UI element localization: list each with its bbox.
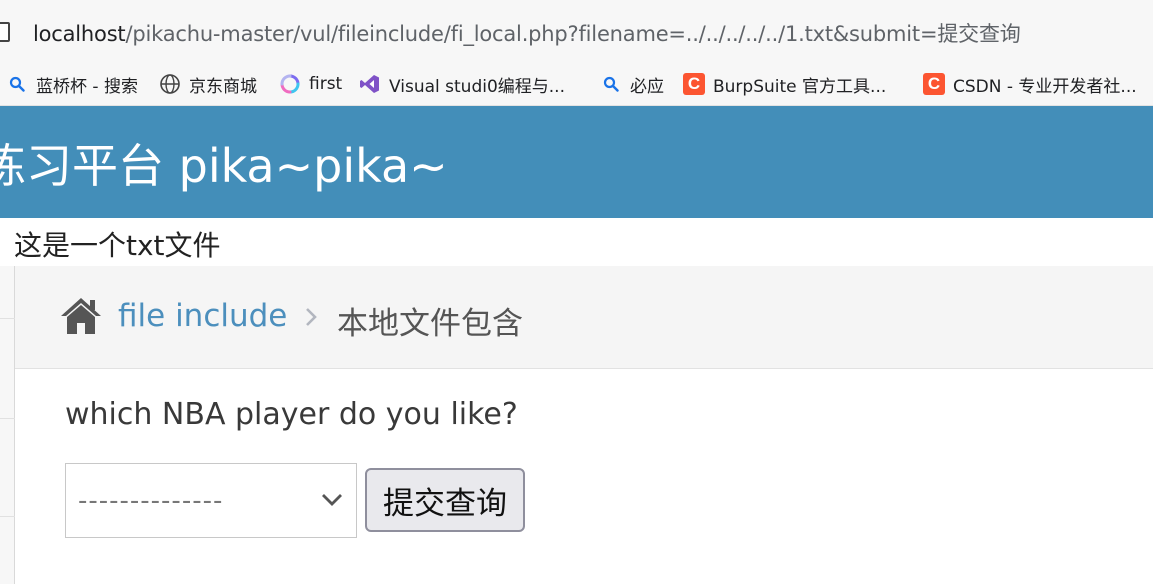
- url-host: localhost: [33, 22, 126, 46]
- globe-icon: [159, 73, 181, 95]
- csdn-icon: C: [683, 73, 705, 95]
- visual-studio-icon: [359, 73, 381, 95]
- page-icon: [0, 22, 10, 42]
- url-path: /pikachu-master/vul/fileinclude/fi_local…: [125, 22, 1021, 46]
- csdn-icon: C: [923, 73, 945, 95]
- sidebar-divider: [0, 516, 15, 517]
- bookmark-csdn[interactable]: C CSDN - 专业开发者社...: [923, 62, 1137, 106]
- chevron-down-icon: [320, 490, 344, 510]
- bookmark-burpsuite[interactable]: C BurpSuite 官方工具...: [683, 62, 886, 106]
- bookmark-label: 京东商城: [189, 76, 257, 97]
- bookmark-visual-studio[interactable]: Visual studi0编程与...: [359, 62, 565, 106]
- url-text[interactable]: localhost/pikachu-master/vul/fileinclude…: [33, 18, 1021, 48]
- bookmark-label: 必应: [630, 76, 664, 97]
- included-file-content: 这是一个txt文件: [14, 229, 221, 262]
- submit-button[interactable]: 提交查询: [365, 468, 525, 532]
- player-select[interactable]: --------------: [65, 463, 357, 538]
- site-title[interactable]: 练习平台 pika~pika~: [0, 130, 448, 196]
- search-icon: [600, 73, 622, 95]
- bookmark-label: Visual studi0编程与...: [389, 76, 565, 97]
- sidebar: [0, 266, 15, 584]
- sidebar-divider: [0, 418, 15, 419]
- home-icon[interactable]: [59, 296, 103, 336]
- bookmark-label: first: [309, 74, 343, 94]
- breadcrumb-link-file-include[interactable]: file include: [118, 298, 287, 334]
- select-value: --------------: [78, 486, 224, 516]
- bookmark-label: BurpSuite 官方工具...: [713, 76, 887, 97]
- chevron-right-icon: [301, 304, 321, 330]
- address-bar[interactable]: localhost/pikachu-master/vul/fileinclude…: [0, 0, 1153, 62]
- site-header: 练习平台 pika~pika~: [0, 106, 1153, 218]
- bookmark-jd[interactable]: 京东商城: [159, 62, 257, 106]
- search-icon: [6, 73, 28, 95]
- question-label: which NBA player do you like?: [65, 397, 518, 432]
- spinner-icon: [279, 73, 301, 95]
- bookmark-first[interactable]: first: [279, 62, 342, 106]
- breadcrumb: file include 本地文件包含: [15, 266, 1153, 369]
- sidebar-divider: [0, 318, 15, 319]
- bookmark-lanqiao[interactable]: 蓝桥杯 - 搜索: [6, 62, 138, 106]
- breadcrumb-active: 本地文件包含: [337, 306, 523, 342]
- bookmark-label: CSDN - 专业开发者社...: [953, 76, 1137, 97]
- bookmark-bing[interactable]: 必应: [600, 62, 664, 106]
- bookmarks-bar: 蓝桥杯 - 搜索 京东商城 first Visual studi0编程与... …: [0, 62, 1153, 106]
- bookmark-label: 蓝桥杯 - 搜索: [36, 76, 138, 97]
